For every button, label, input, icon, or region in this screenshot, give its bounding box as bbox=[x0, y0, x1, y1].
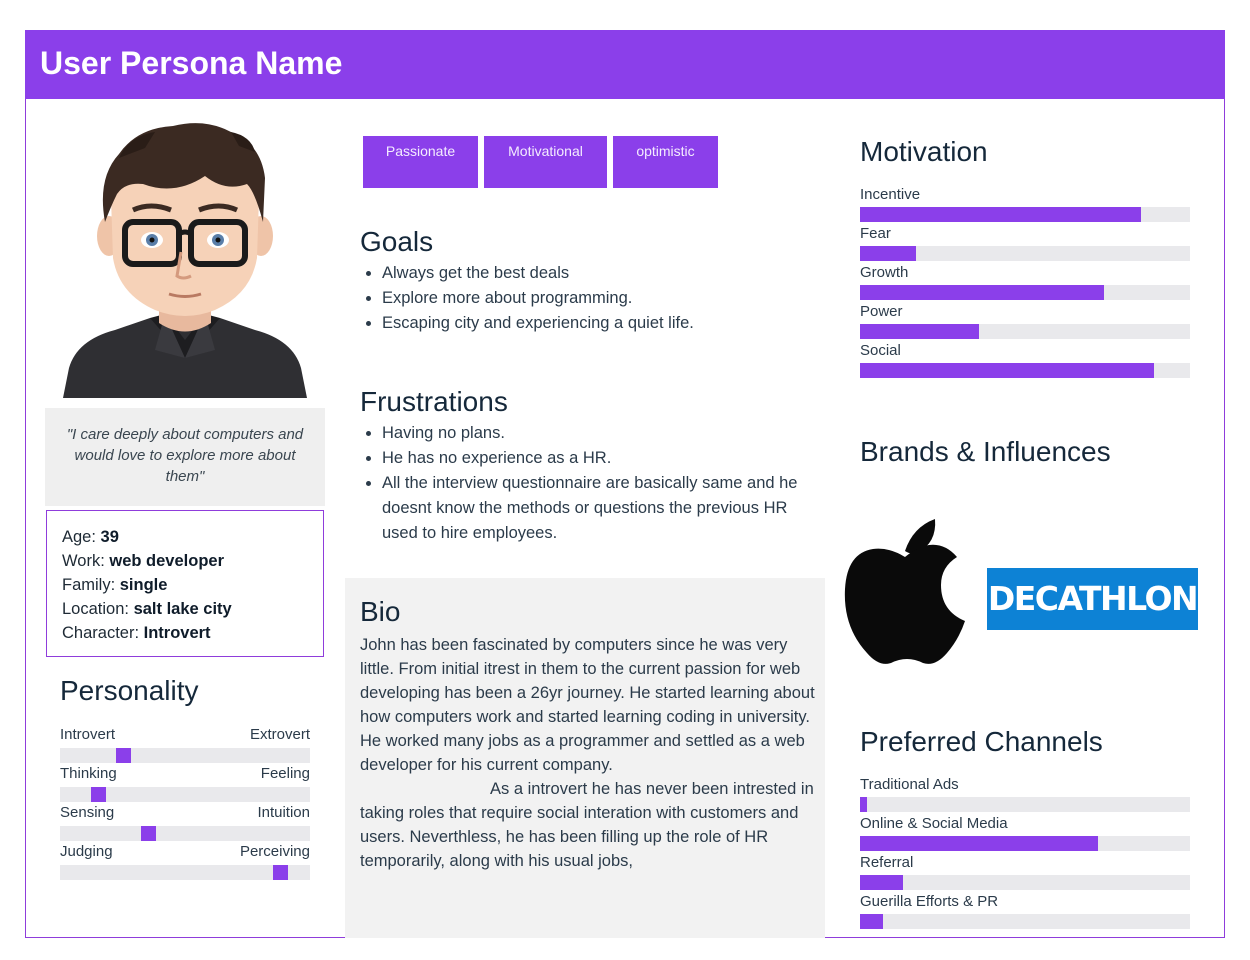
info-value: web developer bbox=[109, 552, 224, 570]
channel-bar-label: Guerilla Efforts & PR bbox=[860, 893, 999, 910]
trait-right-label: Feeling bbox=[260, 765, 310, 782]
bio-panel: Bio John has been fascinated by computer… bbox=[345, 578, 825, 938]
quote-box: "I care deeply about computers and would… bbox=[45, 408, 325, 506]
bio-heading: Bio bbox=[360, 596, 401, 627]
apple-logo bbox=[844, 519, 965, 664]
goals-heading: Goals bbox=[360, 226, 434, 257]
info-label: Family: bbox=[62, 576, 120, 594]
trait-marker bbox=[273, 865, 288, 880]
channel-bar-track bbox=[860, 797, 1190, 812]
trait-track bbox=[60, 787, 310, 802]
channel-bar-fill bbox=[860, 797, 867, 812]
motivation-bar-label: Social bbox=[860, 342, 901, 359]
persona-quote: "I care deeply about computers and would… bbox=[66, 426, 304, 485]
info-age: Age: 39 bbox=[62, 525, 323, 549]
channel-bar-fill bbox=[860, 836, 1098, 851]
channel-bar-track bbox=[860, 875, 1190, 890]
motivation-bar-track bbox=[860, 363, 1190, 378]
motivation-bar-fill bbox=[860, 246, 916, 261]
info-value: Introvert bbox=[143, 624, 211, 642]
info-label: Location: bbox=[62, 600, 134, 618]
info-label: Character: bbox=[62, 624, 144, 642]
tag-passionate: Passionate bbox=[363, 136, 478, 188]
motivation-bar-fill bbox=[860, 324, 979, 339]
info-value: single bbox=[119, 576, 168, 594]
info-label: Work: bbox=[62, 552, 110, 570]
info-work: Work: web developer bbox=[62, 549, 323, 573]
list-item: Having no plans. bbox=[382, 421, 810, 446]
trait-right-label: Extrovert bbox=[249, 726, 310, 743]
trait-track bbox=[60, 748, 310, 763]
bio-paragraph: John has been fascinated by computers si… bbox=[360, 636, 815, 774]
trait-right-label: Intuition bbox=[257, 804, 310, 821]
frustrations-heading: Frustrations bbox=[360, 386, 508, 417]
tag-optimistic: optimistic bbox=[613, 136, 718, 188]
channel-bar-fill bbox=[860, 914, 883, 929]
goals-list: Always get the best deals Explore more a… bbox=[360, 261, 810, 336]
list-item: Explore more about programming. bbox=[382, 286, 810, 311]
trait-marker bbox=[141, 826, 156, 841]
motivation-bar-track bbox=[860, 246, 1190, 261]
decathlon-logo: DECATHLON bbox=[987, 568, 1199, 630]
trait-marker bbox=[116, 748, 131, 763]
trait-track bbox=[60, 826, 310, 841]
motivation-bar-label: Power bbox=[860, 303, 903, 320]
brands-heading: Brands & Influences bbox=[860, 436, 1111, 467]
channel-bar-label: Online & Social Media bbox=[860, 815, 1008, 832]
info-label: Age: bbox=[62, 528, 101, 546]
info-value: 39 bbox=[100, 528, 119, 546]
trait-track bbox=[60, 865, 310, 880]
channels-heading: Preferred Channels bbox=[860, 726, 1103, 757]
list-item: He has no experience as a HR. bbox=[382, 446, 810, 471]
list-item: All the interview questionnaire are basi… bbox=[382, 471, 810, 546]
motivation-bar-label: Incentive bbox=[860, 186, 921, 203]
info-family: Family: single bbox=[62, 573, 323, 597]
personality-heading: Personality bbox=[60, 675, 199, 706]
channel-bar-label: Referral bbox=[860, 854, 914, 871]
header-bar: User Persona Name bbox=[25, 30, 1225, 99]
info-location: Location: salt lake city bbox=[62, 597, 323, 621]
trait-right-label: Perceiving bbox=[239, 843, 310, 860]
motivation-bar-track bbox=[860, 207, 1190, 222]
frustrations-list: Having no plans. He has no experience as… bbox=[360, 421, 810, 546]
motivation-bar-fill bbox=[860, 363, 1154, 378]
tag-motivational: Motivational bbox=[484, 136, 607, 188]
channel-bar-fill bbox=[860, 875, 903, 890]
motivation-bar-fill bbox=[860, 207, 1141, 222]
bio-text: John has been fascinated by computers si… bbox=[360, 633, 815, 873]
persona-info: Age: 39 Work: web developer Family: sing… bbox=[46, 510, 324, 657]
motivation-bar-track bbox=[860, 324, 1190, 339]
trait-marker bbox=[91, 787, 106, 802]
page-title: User Persona Name bbox=[40, 45, 343, 81]
bio-paragraph: As a introvert he has never been intrest… bbox=[360, 780, 814, 870]
channel-bar-label: Traditional Ads bbox=[860, 776, 959, 793]
motivation-bar-label: Growth bbox=[860, 264, 909, 281]
avatar bbox=[63, 123, 307, 398]
list-item: Escaping city and experiencing a quiet l… bbox=[382, 311, 810, 336]
channel-bar-track bbox=[860, 914, 1190, 929]
info-value: salt lake city bbox=[133, 600, 232, 618]
motivation-heading: Motivation bbox=[860, 136, 988, 167]
motivation-bar-track bbox=[860, 285, 1190, 300]
list-item: Always get the best deals bbox=[382, 261, 810, 286]
channel-bar-track bbox=[860, 836, 1190, 851]
info-character: Character: Introvert bbox=[62, 621, 323, 645]
motivation-bar-label: Fear bbox=[860, 225, 891, 242]
motivation-bar-fill bbox=[860, 285, 1104, 300]
